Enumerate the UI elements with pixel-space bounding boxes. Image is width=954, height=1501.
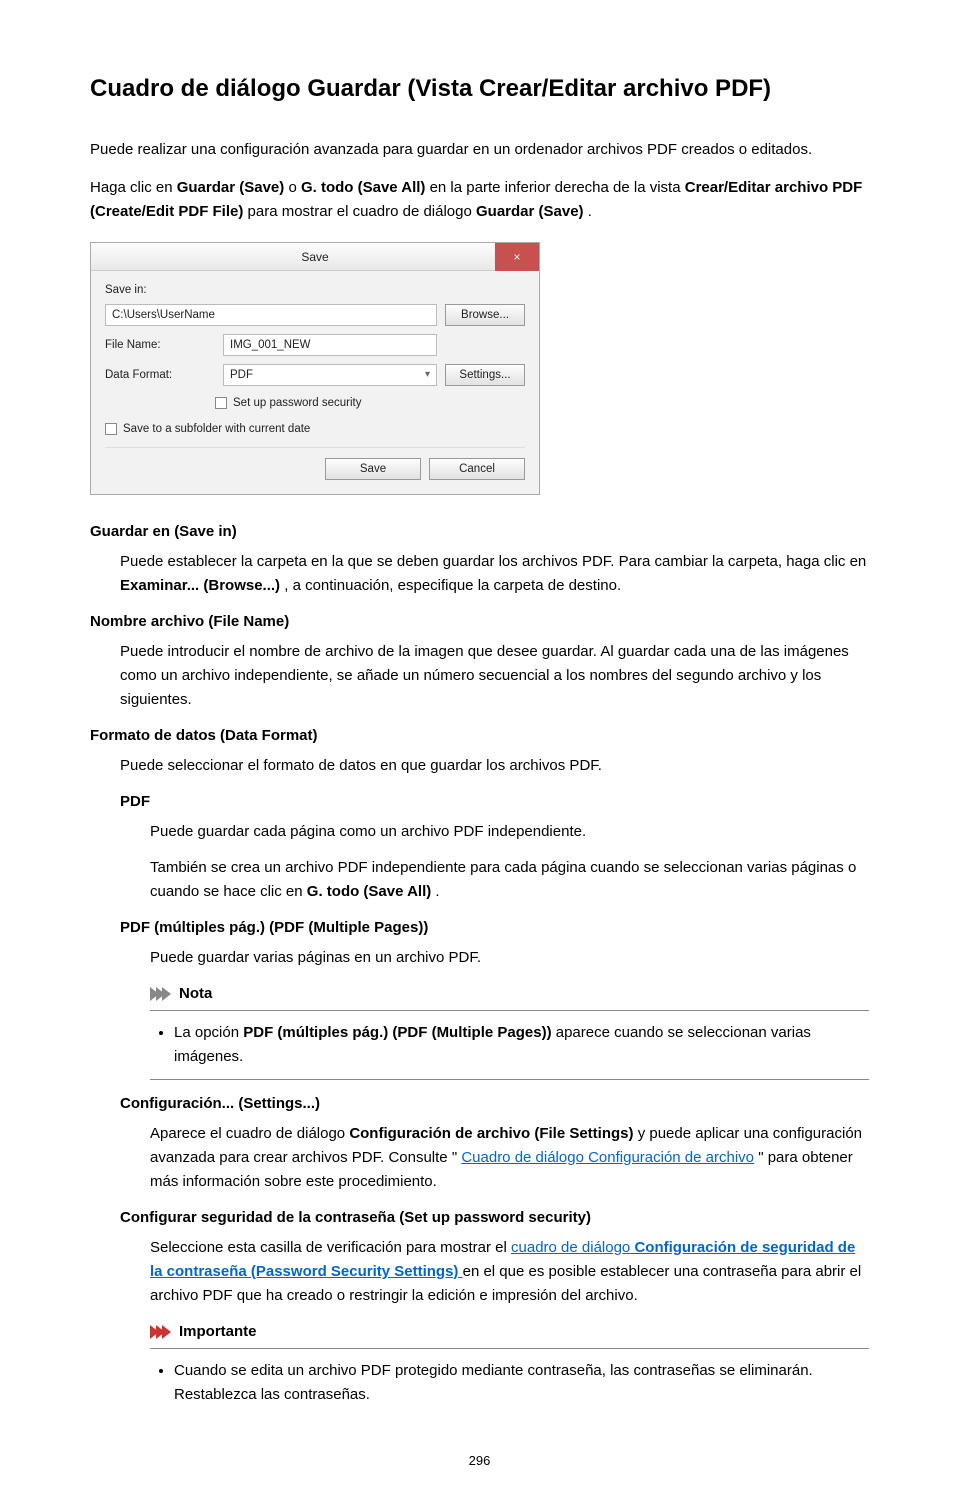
file-name-dd: Puede introducir el nombre de archivo de… — [90, 640, 869, 712]
text: Aparece el cuadro de diálogo — [150, 1125, 349, 1142]
note-chevrons-icon — [150, 987, 175, 1001]
text: Puede establecer la carpeta en la que se… — [120, 553, 866, 570]
text: También se crea un archivo PDF independi… — [150, 859, 856, 900]
intro-paragraph: Puede realizar una configuración avanzad… — [90, 138, 869, 162]
cancel-button[interactable]: Cancel — [429, 458, 525, 480]
file-name-dt: Nombre archivo (File Name) — [90, 610, 869, 634]
text: Guardar (Save) — [476, 203, 584, 220]
text: en la parte inferior derecha de la vista — [430, 179, 685, 196]
text: C:\Users\UserName — [112, 306, 215, 324]
data-format-label: Data Format: — [105, 366, 215, 384]
text: IMG_001_NEW — [230, 336, 311, 354]
data-format-dd: Puede seleccionar el formato de datos en… — [90, 754, 869, 778]
page-title: Cuadro de diálogo Guardar (Vista Crear/E… — [90, 70, 869, 108]
text: Seleccione esta casilla de verificación … — [150, 1239, 511, 1256]
pwsecurity-dd: Seleccione esta casilla de verificación … — [90, 1236, 869, 1308]
file-name-label: File Name: — [105, 336, 215, 354]
text: Haga clic en — [90, 179, 177, 196]
text: G. todo (Save All) — [307, 883, 431, 900]
text: o — [288, 179, 301, 196]
subfolder-label: Save to a subfolder with current date — [123, 420, 310, 438]
save-in-dt: Guardar en (Save in) — [90, 520, 869, 544]
text: cuadro de diálogo — [511, 1239, 634, 1256]
text: . — [588, 203, 592, 220]
text: G. todo (Save All) — [301, 179, 425, 196]
important-chevrons-icon — [150, 1325, 175, 1339]
close-icon[interactable]: × — [495, 243, 539, 271]
text: La opción — [174, 1024, 243, 1041]
page-number: 296 — [90, 1451, 869, 1472]
pdf-dt: PDF — [90, 790, 869, 814]
settings-dd: Aparece el cuadro de diálogo Configuraci… — [90, 1122, 869, 1194]
pdfmulti-dd: Puede guardar varias páginas en un archi… — [90, 946, 869, 970]
save-dialog: Save × Save in: C:\Users\UserName Browse… — [90, 242, 540, 494]
important-title: Importante — [179, 1320, 257, 1344]
text: Configuración de archivo (File Settings) — [349, 1125, 633, 1142]
save-in-dd: Puede establecer la carpeta en la que se… — [90, 550, 869, 598]
note-item: La opción PDF (múltiples pág.) (PDF (Mul… — [174, 1021, 865, 1069]
data-format-select[interactable]: PDF ▾ — [223, 364, 437, 386]
file-name-input[interactable]: IMG_001_NEW — [223, 334, 437, 356]
save-in-input[interactable]: C:\Users\UserName — [105, 304, 437, 326]
settings-dt: Configuración... (Settings...) — [90, 1092, 869, 1116]
subfolder-checkbox[interactable] — [105, 423, 117, 435]
chevron-down-icon: ▾ — [425, 367, 430, 383]
note-title: Nota — [179, 982, 212, 1006]
text: para mostrar el cuadro de diálogo — [248, 203, 476, 220]
data-format-dt: Formato de datos (Data Format) — [90, 724, 869, 748]
intro2-paragraph: Haga clic en Guardar (Save) o G. todo (S… — [90, 176, 869, 224]
dialog-title-text: Save — [301, 250, 328, 264]
settings-button[interactable]: Settings... — [445, 364, 525, 386]
divider — [105, 447, 525, 448]
browse-button[interactable]: Browse... — [445, 304, 525, 326]
pdf-dd1: Puede guardar cada página como un archiv… — [90, 820, 869, 844]
password-security-label: Set up password security — [233, 394, 361, 412]
pwsecurity-dt: Configurar seguridad de la contraseña (S… — [90, 1206, 869, 1230]
save-in-label: Save in: — [105, 281, 525, 299]
text: PDF — [230, 366, 253, 384]
save-button[interactable]: Save — [325, 458, 421, 480]
important-box: Importante Cuando se edita un archivo PD… — [150, 1320, 869, 1417]
important-item: Cuando se edita un archivo PDF protegido… — [174, 1359, 865, 1407]
pdf-dd2: También se crea un archivo PDF independi… — [90, 856, 869, 904]
file-settings-link[interactable]: Cuadro de diálogo Configuración de archi… — [461, 1149, 754, 1166]
pdfmulti-dt: PDF (múltiples pág.) (PDF (Multiple Page… — [90, 916, 869, 940]
text: Examinar... (Browse...) — [120, 577, 280, 594]
text: Guardar (Save) — [177, 179, 285, 196]
text: . — [435, 883, 439, 900]
text: , a continuación, especifique la carpeta… — [284, 577, 621, 594]
dialog-titlebar: Save × — [91, 243, 539, 271]
password-security-checkbox[interactable] — [215, 397, 227, 409]
note-box: Nota La opción PDF (múltiples pág.) (PDF… — [150, 982, 869, 1080]
text: PDF (múltiples pág.) (PDF (Multiple Page… — [243, 1024, 551, 1041]
